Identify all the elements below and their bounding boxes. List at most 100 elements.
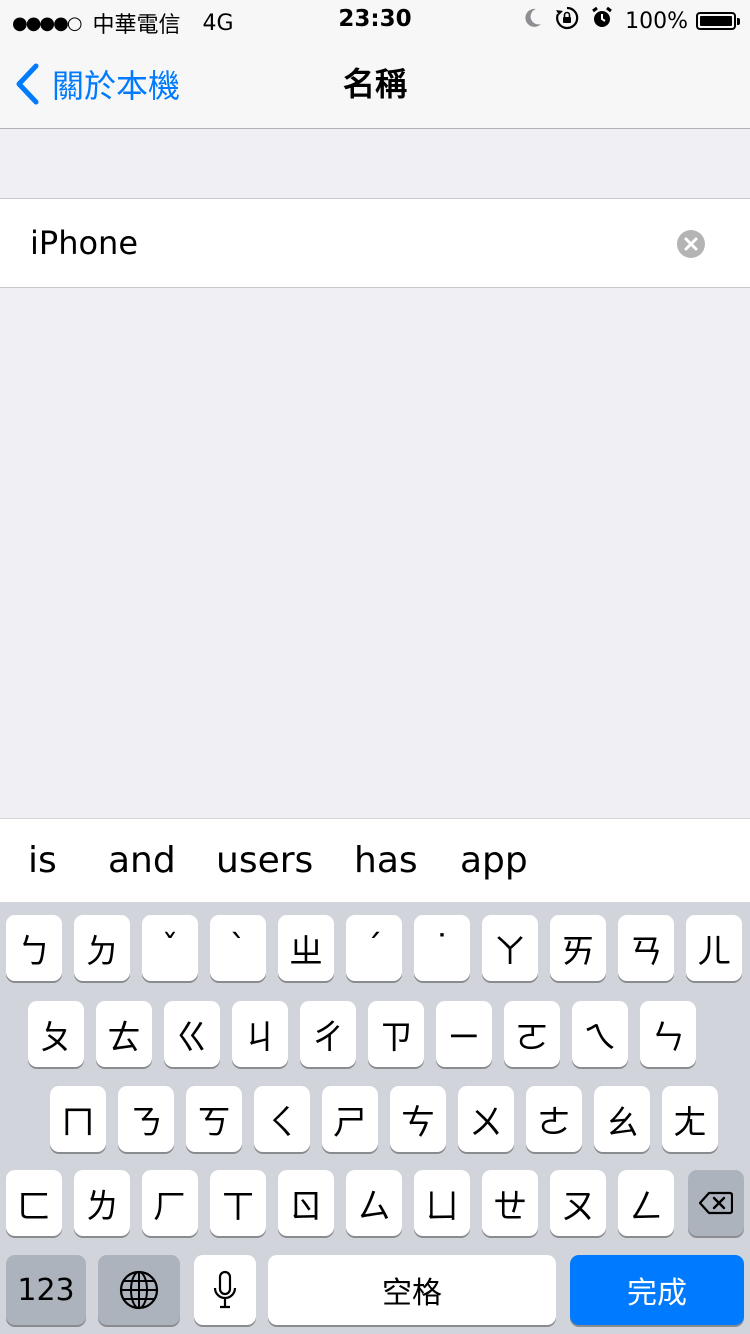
key[interactable]: ㄡ: [550, 1170, 606, 1236]
key-label: ㄩ: [425, 1186, 459, 1227]
suggestion-item[interactable]: has: [354, 819, 418, 903]
key-label: ㄆ: [39, 1017, 73, 1058]
moon-icon: [523, 7, 543, 35]
navigation-bar: 關於本機 名稱: [0, 40, 750, 129]
key[interactable]: ˋ: [210, 915, 266, 981]
key-label: ㄔ: [311, 1017, 345, 1058]
key-label: ㄣ: [651, 1017, 685, 1058]
key[interactable]: ㄇ: [50, 1086, 106, 1152]
key[interactable]: ㄩ: [414, 1170, 470, 1236]
clear-text-button[interactable]: [677, 230, 705, 258]
key-label: ㄛ: [515, 1017, 549, 1058]
key-label: ㄅ: [17, 931, 51, 972]
key[interactable]: ㄕ: [322, 1086, 378, 1152]
key[interactable]: ˙: [414, 915, 470, 981]
alarm-icon: [591, 6, 613, 36]
key-label: ㄈ: [17, 1186, 51, 1227]
suggestion-item[interactable]: and: [108, 819, 176, 903]
key-label: ㄒ: [221, 1186, 255, 1227]
name-field-row: [0, 198, 750, 288]
microphone-icon: [213, 1270, 237, 1309]
key[interactable]: ㄖ: [278, 1170, 334, 1236]
key[interactable]: ˊ: [346, 915, 402, 981]
key-label: ㄎ: [197, 1102, 231, 1143]
key[interactable]: ㄑ: [254, 1086, 310, 1152]
key[interactable]: ㄐ: [232, 1001, 288, 1067]
key[interactable]: ㄥ: [618, 1170, 674, 1236]
key[interactable]: ㄔ: [300, 1001, 356, 1067]
key-label: ˇ: [161, 928, 179, 968]
key[interactable]: ˇ: [142, 915, 198, 981]
key-label: ㄇ: [61, 1102, 95, 1143]
key-label: ㄞ: [561, 931, 595, 972]
key[interactable]: ㄝ: [482, 1170, 538, 1236]
key-label: ㄘ: [401, 1102, 435, 1143]
key[interactable]: ㄣ: [640, 1001, 696, 1067]
key[interactable]: ㄏ: [142, 1170, 198, 1236]
key-label: ㄧ: [447, 1017, 481, 1058]
suggestion-item[interactable]: is: [28, 819, 57, 903]
suggestion-item[interactable]: app: [460, 819, 528, 903]
key-label: ㄜ: [537, 1102, 571, 1143]
key[interactable]: ㄤ: [662, 1086, 718, 1152]
key[interactable]: ㄋ: [118, 1086, 174, 1152]
name-input[interactable]: [30, 199, 650, 287]
key-label: ㄠ: [605, 1102, 639, 1143]
key-label: ㄍ: [175, 1017, 209, 1058]
key[interactable]: ㄍ: [164, 1001, 220, 1067]
globe-key[interactable]: [98, 1255, 180, 1325]
status-right: 100%: [523, 6, 740, 36]
battery-percent: 100%: [625, 8, 688, 34]
key-label: ㄊ: [107, 1017, 141, 1058]
key[interactable]: ㄢ: [618, 915, 674, 981]
key-label: ㄕ: [333, 1102, 367, 1143]
key[interactable]: ㄙ: [346, 1170, 402, 1236]
key[interactable]: ㄊ: [96, 1001, 152, 1067]
key-label: ㄙ: [357, 1186, 391, 1227]
key[interactable]: ㄌ: [74, 1170, 130, 1236]
key[interactable]: ㄓ: [278, 915, 334, 981]
bopomofo-keyboard: ㄅ ㄉ ˇ ˋ ㄓ ˊ ˙ ㄚ ㄞ ㄢ ㄦ ㄆ ㄊ ㄍ ㄐ ㄔ ㄗ ㄧ ㄛ ㄟ …: [0, 902, 750, 1334]
key[interactable]: ㄒ: [210, 1170, 266, 1236]
numbers-key[interactable]: 123: [6, 1255, 86, 1325]
backspace-button[interactable]: [688, 1170, 744, 1236]
clear-icon: [684, 237, 698, 251]
key-label: ㄡ: [561, 1186, 595, 1227]
space-key[interactable]: 空格: [268, 1255, 556, 1325]
key[interactable]: ㄈ: [6, 1170, 62, 1236]
key[interactable]: ㄘ: [390, 1086, 446, 1152]
key[interactable]: ㄆ: [28, 1001, 84, 1067]
key[interactable]: ㄉ: [74, 915, 130, 981]
key-label: ㄗ: [379, 1017, 413, 1058]
key-label: ㄖ: [289, 1186, 323, 1227]
microphone-key[interactable]: [194, 1255, 256, 1325]
key[interactable]: ㄛ: [504, 1001, 560, 1067]
key-label: ˊ: [365, 928, 383, 968]
battery-icon: [696, 12, 740, 30]
key[interactable]: ㄠ: [594, 1086, 650, 1152]
globe-icon: [119, 1270, 159, 1310]
key[interactable]: ㄨ: [458, 1086, 514, 1152]
key[interactable]: ㄞ: [550, 915, 606, 981]
key-label: 空格: [382, 1276, 442, 1311]
key-label: 完成: [627, 1276, 687, 1311]
key[interactable]: ㄦ: [686, 915, 742, 981]
suggestion-item[interactable]: users: [216, 819, 313, 903]
key[interactable]: ㄗ: [368, 1001, 424, 1067]
page-title: 名稱: [342, 65, 407, 103]
suggestion-bar: is and users has app: [0, 818, 750, 903]
key-label: ㄌ: [85, 1186, 119, 1227]
key[interactable]: ㄟ: [572, 1001, 628, 1067]
key-label: 123: [17, 1272, 75, 1308]
key[interactable]: ㄧ: [436, 1001, 492, 1067]
key-label: ㄤ: [673, 1102, 707, 1143]
key[interactable]: ㄜ: [526, 1086, 582, 1152]
key-label: ㄏ: [153, 1186, 187, 1227]
key-label: ˙: [433, 928, 451, 968]
key[interactable]: ㄅ: [6, 915, 62, 981]
key[interactable]: ㄚ: [482, 915, 538, 981]
key[interactable]: ㄎ: [186, 1086, 242, 1152]
key-label: ㄢ: [629, 931, 663, 972]
done-button[interactable]: 完成: [570, 1255, 744, 1325]
key-label: ˋ: [229, 928, 247, 968]
